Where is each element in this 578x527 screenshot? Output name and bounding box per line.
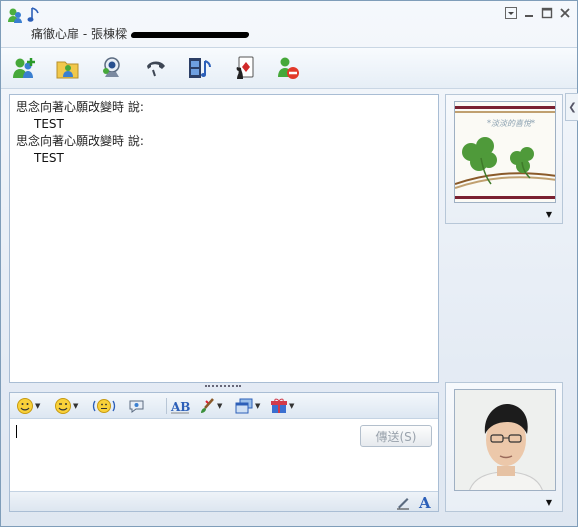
- message-sender: 思念向著心願改變時 說:: [16, 100, 144, 114]
- conversation-toolbar: [1, 47, 577, 89]
- redacted-email: [130, 31, 250, 38]
- compose-bottom-bar: A: [10, 491, 438, 511]
- contact-picture-dropdown-icon[interactable]: ▼: [546, 210, 552, 219]
- gift-icon: [271, 398, 287, 413]
- messenger-buddy-icon: [7, 7, 23, 23]
- window-controls: [505, 7, 571, 19]
- my-picture-dropdown-icon[interactable]: ▼: [546, 498, 552, 507]
- add-contact-icon[interactable]: [9, 53, 39, 83]
- folder-share-icon[interactable]: [53, 53, 83, 83]
- font-icon: AB: [170, 400, 190, 414]
- font-button[interactable]: AB: [170, 397, 190, 415]
- emoticon-button[interactable]: ▼: [16, 397, 40, 415]
- phone-icon[interactable]: [141, 53, 171, 83]
- speech-bubble-icon: [129, 400, 144, 413]
- chevron-left-icon: ❮: [568, 101, 577, 113]
- toolbar-separator: [166, 398, 167, 414]
- collapse-panel-button[interactable]: ❮: [565, 93, 578, 121]
- block-contact-icon[interactable]: [273, 53, 303, 83]
- contact-name: 張棟樑: [90, 27, 127, 41]
- windows-stack-icon: [235, 398, 253, 414]
- nudge-button[interactable]: [92, 397, 116, 415]
- chat-window: 痛徹心扉 - 張棟樑 思念向著心願改變時 說: TEST 思念向著心願改變時 說…: [0, 0, 578, 527]
- film-music-icon[interactable]: [185, 53, 215, 83]
- text-caret: [16, 425, 17, 438]
- contact-display-picture[interactable]: *淡淡的喜悅*: [454, 101, 556, 203]
- nudge-icon: [92, 399, 116, 413]
- background-button[interactable]: ▼: [198, 397, 222, 415]
- title-bar: 痛徹心扉 - 張棟樑: [1, 1, 577, 45]
- title-separator: -: [79, 27, 91, 41]
- font-style-icon[interactable]: A: [416, 493, 434, 511]
- pane-splitter[interactable]: [205, 385, 241, 388]
- svg-text:AB: AB: [170, 400, 190, 414]
- webcam-icon[interactable]: [97, 53, 127, 83]
- close-button[interactable]: [559, 7, 571, 19]
- paintbrush-icon: [201, 398, 214, 413]
- maximize-button[interactable]: [541, 7, 553, 19]
- svg-text:*淡淡的喜悅*: *淡淡的喜悅*: [487, 119, 535, 128]
- gift-button[interactable]: ▼: [270, 397, 294, 415]
- message-sender: 思念向著心願改變時 說:: [16, 134, 144, 148]
- voice-clip-button[interactable]: [128, 397, 146, 415]
- message-text: TEST: [34, 151, 64, 165]
- window-title: 痛徹心扉 - 張棟樑: [31, 25, 250, 42]
- handwriting-icon[interactable]: [394, 493, 412, 511]
- minimize-button[interactable]: [523, 7, 535, 19]
- svg-text:A: A: [418, 494, 431, 510]
- compose-toolbar: ▼ ▼ AB ▼ ▼ ▼: [10, 393, 438, 419]
- compose-area: ▼ ▼ AB ▼ ▼ ▼ 傳送(S) A: [9, 392, 439, 512]
- ink-window-button[interactable]: ▼: [234, 397, 260, 415]
- contact-picture-panel: *淡淡的喜悅* ▼: [445, 94, 563, 224]
- send-button[interactable]: 傳送(S): [360, 425, 432, 447]
- contact-personal-message: 痛徹心扉: [31, 27, 80, 41]
- smiley-icon: [17, 398, 33, 414]
- my-display-picture[interactable]: [454, 389, 556, 491]
- conversation-history[interactable]: 思念向著心願改變時 說: TEST 思念向著心願改變時 說: TEST: [9, 94, 439, 383]
- message-text: TEST: [34, 117, 64, 131]
- music-note-icon: [27, 6, 41, 24]
- game-card-icon[interactable]: [229, 53, 259, 83]
- window-menu-button[interactable]: [505, 7, 517, 19]
- my-picture-panel: ▼: [445, 382, 563, 512]
- wink-button[interactable]: ▼: [54, 397, 78, 415]
- wink-icon: [55, 398, 71, 414]
